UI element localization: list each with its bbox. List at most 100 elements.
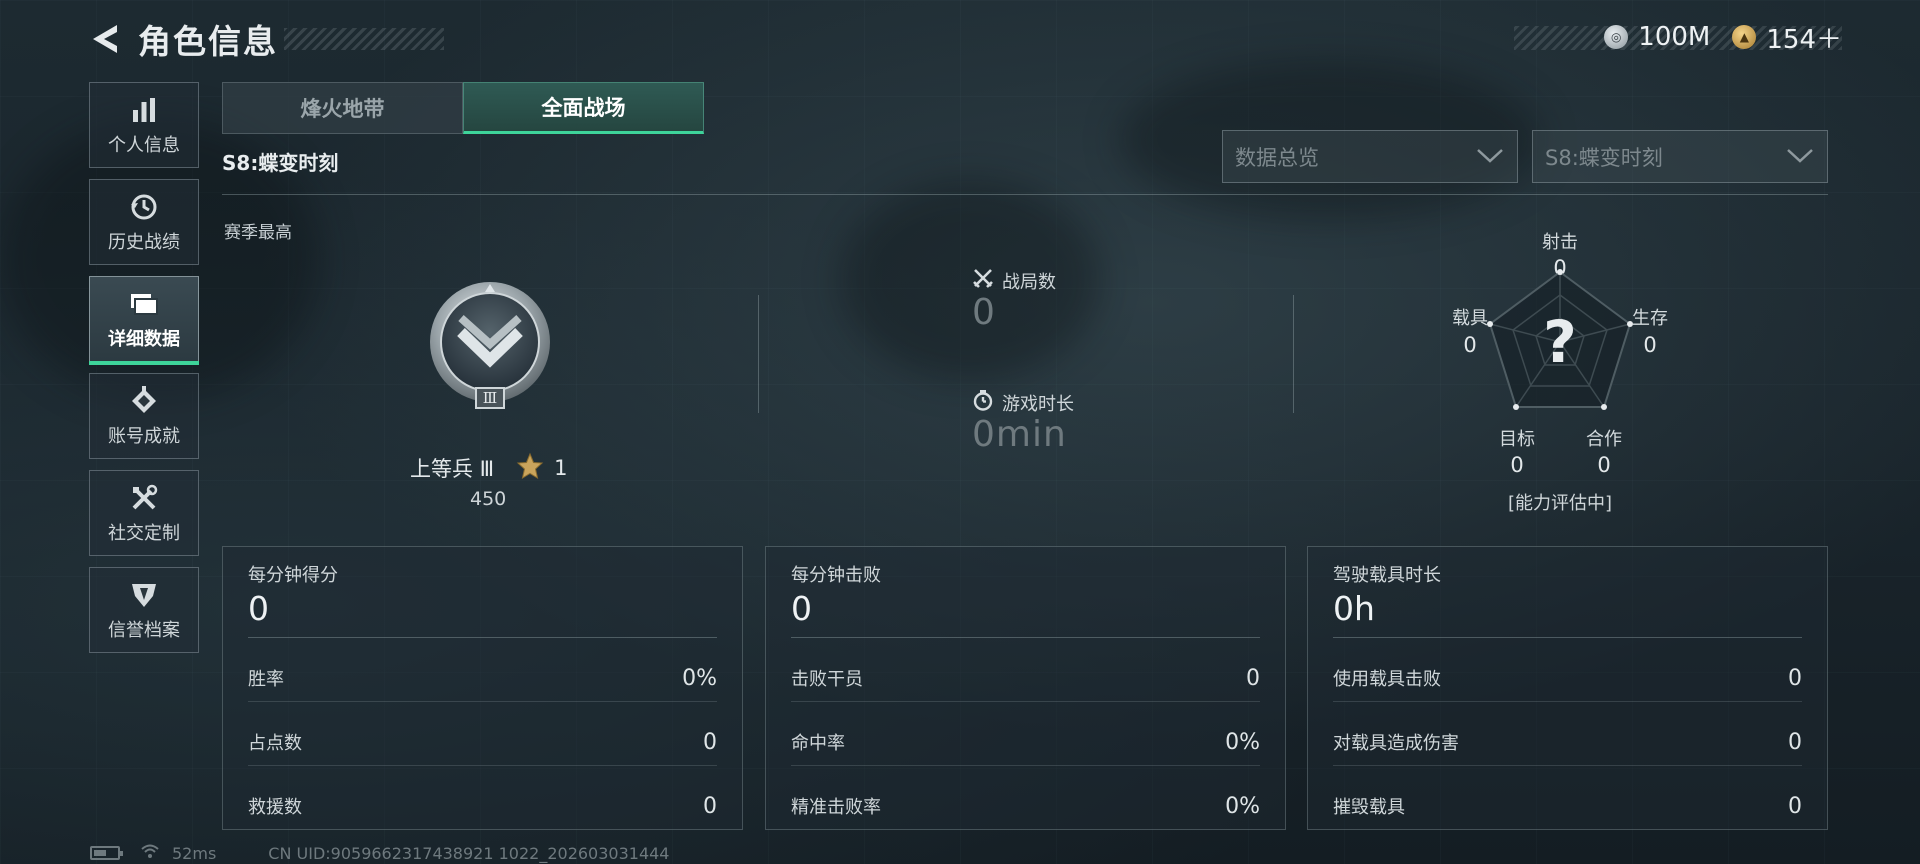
- mode-tabs: 烽火地带 全面战场: [222, 82, 704, 134]
- folder-icon: [129, 287, 159, 321]
- status-footer: 52ms CN UID:9059662317438921 1022_202603…: [90, 843, 669, 863]
- currency-silver-value: 100M: [1638, 22, 1711, 52]
- bar-chart-icon: [130, 93, 158, 127]
- stat-row-value: 0: [703, 793, 717, 819]
- radar-vertex: [1601, 404, 1607, 410]
- nav-item-detail-data[interactable]: 详细数据: [89, 276, 199, 365]
- background-shape: [840, 180, 1100, 380]
- radar-value-objective: 0: [1510, 453, 1524, 477]
- nav-item-social[interactable]: 社交定制: [89, 470, 199, 556]
- panel-score: 每分钟得分 0 胜率 0% 占点数 0 救援数 0: [222, 546, 743, 830]
- radar-unknown-mark: ?: [1543, 308, 1577, 376]
- stat-row-value: 0%: [1225, 729, 1260, 755]
- row-divider: [248, 701, 717, 702]
- nav-item-label: 个人信息: [108, 135, 180, 156]
- panel-vehicle: 驾驶载具时长 0h 使用载具击败 0 对载具造成伤害 0 摧毁载具 0: [1307, 546, 1828, 830]
- currency-gold-value[interactable]: 154＋: [1766, 19, 1842, 56]
- nav-item-profile[interactable]: 个人信息: [89, 82, 199, 168]
- stat-row-label: 使用载具击败: [1333, 669, 1441, 690]
- dropdown-value: S8:蝶变时刻: [1545, 145, 1663, 170]
- page-title: 角色信息: [138, 22, 278, 61]
- rank-line: 上等兵 Ⅲ 1: [410, 452, 568, 484]
- row-divider: [791, 765, 1260, 766]
- rank-badge-icon: Ⅲ: [428, 280, 552, 410]
- matches-label: 战局数: [1002, 271, 1056, 293]
- panel-title: 每分钟得分: [248, 565, 338, 586]
- rank-name: 上等兵 Ⅲ: [410, 457, 495, 481]
- stat-row: 摧毁载具 0: [1333, 774, 1802, 838]
- playtime-header: 游戏时长: [972, 389, 1074, 416]
- medal-icon: [129, 384, 159, 418]
- stat-row-value: 0%: [1225, 793, 1260, 819]
- tab-warzone[interactable]: 烽火地带: [222, 82, 463, 134]
- stat-row-value: 0: [1788, 729, 1802, 755]
- stat-row-label: 命中率: [791, 733, 845, 754]
- nav-item-label: 信誉档案: [108, 620, 180, 641]
- crossed-swords-icon: [972, 267, 994, 294]
- row-divider: [791, 701, 1260, 702]
- panel-divider: [791, 637, 1260, 638]
- radar-label-objective: 目标: [1499, 429, 1535, 450]
- nav-item-credit[interactable]: 信誉档案: [89, 567, 199, 653]
- radar-label-teamwork: 合作: [1586, 429, 1622, 450]
- chevron-down-icon: [1475, 146, 1505, 168]
- header-bar: 角色信息: [88, 16, 444, 62]
- user-uid: CN UID:9059662317438921 1022_20260303144…: [268, 843, 670, 863]
- radar-vertex: [1513, 404, 1519, 410]
- rank-points: 450: [470, 488, 507, 510]
- panel-main-value: 0: [791, 589, 812, 628]
- stat-row: 救援数 0: [248, 774, 717, 838]
- wifi-icon: [140, 843, 160, 863]
- season-best-label: 赛季最高: [224, 223, 292, 243]
- ping-value: 52ms: [172, 843, 217, 863]
- stat-row-label: 击败干员: [791, 669, 863, 690]
- stat-row-label: 占点数: [248, 733, 302, 754]
- rank-badge-numeral: Ⅲ: [483, 389, 497, 407]
- stat-row-label: 胜率: [248, 669, 284, 690]
- stat-row-label: 对载具造成伤害: [1333, 733, 1459, 754]
- matches-header: 战局数: [972, 267, 1056, 294]
- playtime-label: 游戏时长: [1002, 393, 1074, 415]
- section-divider: [222, 194, 1828, 195]
- season-title: S8:蝶变时刻: [222, 151, 339, 175]
- radar-vertex: [1487, 321, 1493, 327]
- panel-divider: [1333, 637, 1802, 638]
- back-arrow-icon[interactable]: [88, 22, 122, 56]
- row-divider: [1333, 765, 1802, 766]
- vertical-divider: [758, 295, 759, 413]
- dropdown-value: 数据总览: [1235, 145, 1319, 170]
- data-view-dropdown[interactable]: 数据总览: [1222, 130, 1518, 183]
- stat-row: 精准击败率 0%: [791, 774, 1260, 838]
- panel-divider: [248, 637, 717, 638]
- panel-main-value: 0: [248, 589, 269, 628]
- shield-emblem-icon: [129, 578, 159, 612]
- panel-title: 驾驶载具时长: [1333, 565, 1441, 586]
- chevron-down-icon: [1785, 146, 1815, 168]
- radar-value-teamwork: 0: [1597, 453, 1611, 477]
- matches-value: 0: [972, 292, 996, 333]
- panel-main-value: 0h: [1333, 589, 1375, 628]
- nav-item-label: 详细数据: [108, 329, 180, 350]
- row-divider: [1333, 701, 1802, 702]
- ability-radar-chart: ?: [1487, 269, 1633, 410]
- panel-kills: 每分钟击败 0 击败干员 0 命中率 0% 精准击败率 0%: [765, 546, 1286, 830]
- battery-icon: [90, 846, 123, 860]
- vertical-divider: [1293, 295, 1294, 413]
- star-icon: [516, 452, 544, 484]
- stat-row-value: 0: [1788, 665, 1802, 691]
- currency-bar: ◎ 100M ▲ 154＋: [1514, 22, 1842, 55]
- nav-item-achievements[interactable]: 账号成就: [89, 373, 199, 459]
- tools-icon: [129, 481, 159, 515]
- nav-item-label: 社交定制: [108, 523, 180, 544]
- stat-row-value: 0: [1788, 793, 1802, 819]
- nav-item-history[interactable]: 历史战绩: [89, 179, 199, 265]
- nav-item-label: 历史战绩: [108, 232, 180, 253]
- title-decoration: [284, 28, 444, 50]
- stat-row-label: 救援数: [248, 797, 302, 818]
- radar-label-shooting: 射击: [1542, 232, 1578, 253]
- season-dropdown[interactable]: S8:蝶变时刻: [1532, 130, 1828, 183]
- stat-row-value: 0%: [682, 665, 717, 691]
- tab-all-out-warfare[interactable]: 全面战场: [463, 82, 704, 134]
- stat-row-value: 0: [703, 729, 717, 755]
- radar-assessment-note: [能力评估中]: [1508, 493, 1613, 514]
